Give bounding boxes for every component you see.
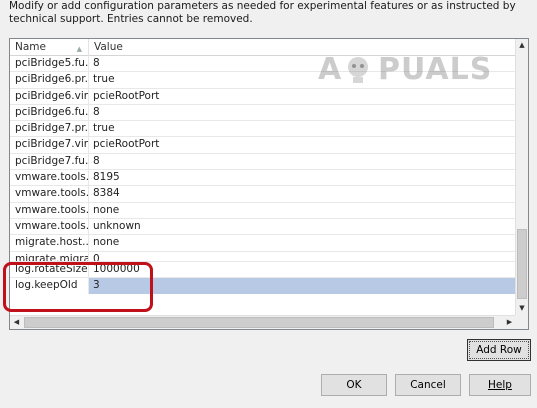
row-name-cell[interactable]: pciBridge7.vir...: [10, 137, 89, 154]
scroll-left-icon[interactable]: ◀: [10, 316, 23, 329]
column-header-name-label: Name: [15, 41, 46, 53]
horizontal-scrollbar[interactable]: ◀ ▶: [10, 315, 528, 329]
row-value-cell[interactable]: 8: [89, 154, 517, 170]
horizontal-scroll-thumb[interactable]: [24, 317, 494, 328]
row-name-cell[interactable]: pciBridge7.pr...: [10, 121, 89, 138]
row-name-cell[interactable]: vmware.tools....: [10, 202, 89, 219]
row-name-cell[interactable]: pciBridge6.pr...: [10, 72, 89, 89]
table-row[interactable]: vmware.tools....8384: [10, 186, 517, 203]
row-value-cell[interactable]: none: [89, 203, 517, 219]
row-value-cell[interactable]: true: [89, 121, 517, 137]
scrollbar-corner: [515, 315, 528, 329]
watermark-text-right: PUALS: [378, 52, 493, 87]
row-name-cell[interactable]: pciBridge5.fu...: [10, 56, 89, 72]
row-value-cell[interactable]: pcieRootPort: [89, 137, 517, 153]
highlight-annotation: [3, 262, 153, 312]
table-row[interactable]: migrate.host... none: [10, 235, 517, 252]
row-value-cell[interactable]: 1000000: [89, 262, 517, 278]
table-row[interactable]: pciBridge7.vir... pcieRootPort: [10, 137, 517, 154]
row-value-cell[interactable]: 0: [89, 252, 517, 261]
ok-label: OK: [346, 379, 362, 391]
scroll-up-icon[interactable]: ▲: [516, 39, 528, 52]
row-name-cell[interactable]: pciBridge6.fu...: [10, 104, 89, 121]
add-row-button[interactable]: Add Row: [467, 339, 531, 361]
row-name-cell[interactable]: pciBridge7.fu...: [10, 153, 89, 170]
row-name-cell[interactable]: vmware.tools....: [10, 186, 89, 203]
row-value-cell[interactable]: 3: [89, 277, 517, 294]
column-header-name[interactable]: Name ▲: [10, 39, 89, 56]
row-name-cell[interactable]: pciBridge6.vir...: [10, 88, 89, 105]
table-row[interactable]: pciBridge6.fu... 8: [10, 104, 517, 122]
row-value-cell[interactable]: none: [89, 235, 517, 251]
add-row-label: Add Row: [476, 344, 522, 356]
table-row[interactable]: vmware.tools....8195: [10, 170, 517, 187]
sort-arrow-icon: ▲: [76, 45, 82, 53]
table-row[interactable]: pciBridge7.pr... true: [10, 121, 517, 138]
scroll-down-icon[interactable]: ▼: [516, 302, 528, 315]
row-value-cell[interactable]: 8384: [89, 186, 517, 202]
table-row[interactable]: pciBridge7.fu... 8: [10, 153, 517, 171]
row-value-cell[interactable]: 8: [89, 105, 517, 121]
row-name-cell[interactable]: vmware.tools....: [10, 170, 89, 187]
cancel-label: Cancel: [410, 379, 446, 391]
row-name-cell[interactable]: migrate.migra...: [10, 251, 89, 261]
cancel-button[interactable]: Cancel: [395, 374, 461, 396]
table-row[interactable]: migrate.migra...0: [10, 251, 517, 262]
row-name-cell[interactable]: vmware.tools....: [10, 218, 89, 235]
watermark-logo: A PUALS: [318, 52, 518, 92]
ok-button[interactable]: OK: [321, 374, 387, 396]
watermark-text-left: A: [318, 52, 343, 87]
help-label: Help: [488, 379, 512, 391]
vertical-scroll-thumb[interactable]: [517, 229, 527, 299]
table-row[interactable]: vmware.tools....unknown: [10, 218, 517, 236]
table-row[interactable]: vmware.tools....none: [10, 202, 517, 219]
row-value-cell[interactable]: 8195: [89, 170, 517, 186]
row-name-cell[interactable]: migrate.host...: [10, 235, 89, 252]
row-value-cell[interactable]: unknown: [89, 219, 517, 235]
help-button[interactable]: Help: [469, 374, 531, 396]
description-text: Modify or add configuration parameters a…: [9, 0, 516, 25]
mascot-icon: [348, 57, 368, 83]
